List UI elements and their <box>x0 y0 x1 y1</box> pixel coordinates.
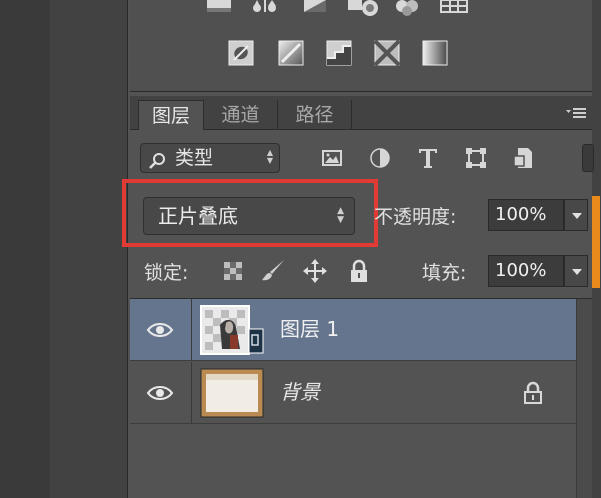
fill-label: 填充: <box>422 262 467 284</box>
tab-channels[interactable]: 通道 <box>204 100 278 130</box>
left-edge <box>0 0 50 498</box>
panel-tab-bar: 图层 通道 路径 <box>130 96 592 130</box>
panel-menu-icon[interactable] <box>566 106 586 120</box>
layer-thumbnail <box>200 305 264 355</box>
chevron-updown-icon: ▲ ▼ <box>337 206 344 225</box>
lock-transparent-pixels-icon[interactable] <box>220 258 246 284</box>
column-separator <box>191 362 192 424</box>
channel-mixer-icon[interactable] <box>394 0 420 22</box>
filter-toggle[interactable] <box>582 144 594 172</box>
layer-name[interactable]: 图层 1 <box>280 315 339 343</box>
gradient-map-icon[interactable] <box>422 40 448 66</box>
blend-mode-value: 正片叠底 <box>158 204 238 228</box>
eye-icon[interactable] <box>146 320 174 340</box>
balance-icon[interactable] <box>252 0 278 22</box>
invert-icon[interactable] <box>228 40 254 66</box>
image-filter-icon[interactable] <box>318 144 346 172</box>
adjustments-panel <box>130 0 592 92</box>
lock-image-pixels-icon[interactable] <box>260 258 286 284</box>
shape-filter-icon[interactable] <box>462 144 490 172</box>
lock-icon <box>522 380 544 406</box>
opacity-label: 不透明度: <box>374 206 457 228</box>
eye-icon[interactable] <box>146 383 174 403</box>
layer-row[interactable]: 背景 <box>130 362 576 424</box>
accent-edge <box>592 196 600 288</box>
lock-position-icon[interactable] <box>302 258 328 284</box>
layer-filter-select[interactable]: 类型 ▲ ▼ <box>140 143 280 173</box>
levels-icon[interactable] <box>206 0 232 22</box>
opacity-input[interactable]: 100% <box>488 199 564 231</box>
fill-input[interactable]: 100% <box>488 255 564 287</box>
chevron-updown-icon: ▲ ▼ <box>266 148 273 165</box>
type-filter-icon[interactable] <box>414 144 442 172</box>
tool-column <box>50 0 128 498</box>
photo-filter-icon[interactable] <box>348 0 378 22</box>
lock-all-icon[interactable] <box>346 258 372 284</box>
fill-dropdown[interactable] <box>564 255 588 287</box>
layer-row[interactable]: 图层 1 <box>130 299 576 361</box>
lock-label: 锁定: <box>144 262 189 284</box>
opacity-dropdown[interactable] <box>564 199 588 231</box>
black-white-icon[interactable] <box>302 0 328 22</box>
tab-paths[interactable]: 路径 <box>278 100 352 130</box>
layers-panel: 图层 通道 路径 类型 ▲▼ 正片叠底 ▲▼ 不透明度: 100% 锁定: <box>122 96 600 498</box>
layer-filter-label: 类型 <box>175 147 214 169</box>
triangle-down-icon <box>572 213 582 219</box>
adjustment-filter-icon[interactable] <box>366 144 394 172</box>
color-lookup-icon[interactable] <box>440 0 468 22</box>
blend-mode-select[interactable]: 正片叠底 ▲ ▼ <box>122 179 378 247</box>
layer-name[interactable]: 背景 <box>280 378 320 406</box>
layers-scrollbar[interactable] <box>576 299 592 498</box>
triangle-down-icon <box>572 269 582 275</box>
tab-layers[interactable]: 图层 <box>138 100 204 130</box>
posterize-icon[interactable] <box>278 40 304 66</box>
layer-thumbnail <box>200 368 264 418</box>
threshold-icon[interactable] <box>326 40 352 66</box>
selective-color-icon[interactable] <box>374 40 400 66</box>
smart-object-filter-icon[interactable] <box>510 144 538 172</box>
search-icon <box>149 150 167 178</box>
column-separator <box>191 299 192 361</box>
